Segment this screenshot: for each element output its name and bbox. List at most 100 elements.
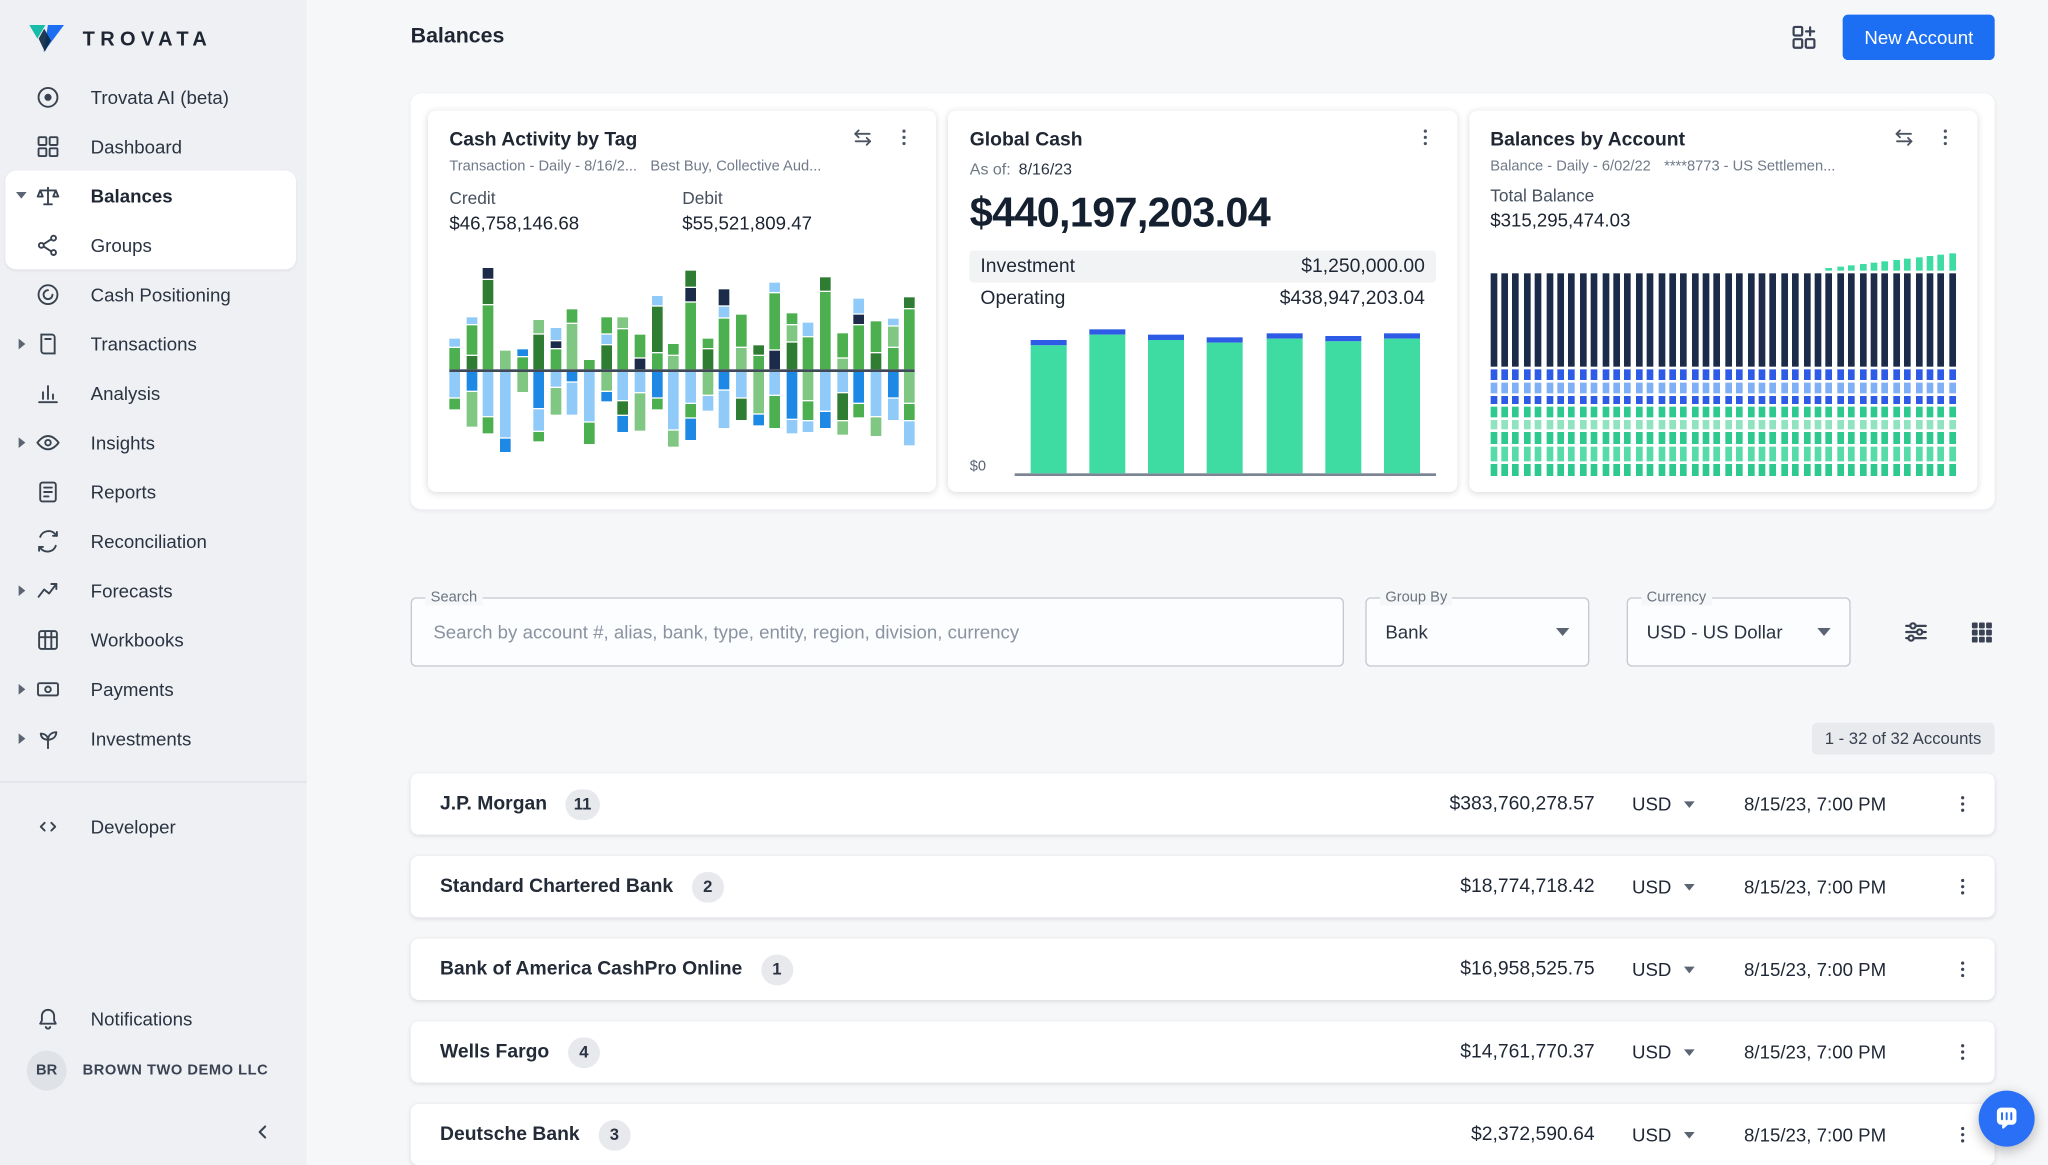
search-input[interactable] xyxy=(431,620,1324,644)
row-currency-select[interactable]: USD xyxy=(1632,1124,1709,1145)
row-menu-button[interactable] xyxy=(1952,876,1973,897)
balances-icon xyxy=(35,182,62,209)
chart-segment xyxy=(1725,396,1732,404)
chart-segment xyxy=(1837,447,1844,462)
chart-segment xyxy=(1792,273,1799,366)
chart-segment xyxy=(1803,432,1810,444)
row-menu-button[interactable] xyxy=(1952,1124,1973,1145)
transactions-icon xyxy=(35,330,62,357)
sidebar-item-groups[interactable]: Groups xyxy=(5,220,296,269)
currency-select[interactable]: Currency USD - US Dollar xyxy=(1627,597,1851,666)
sidebar-item-dashboard[interactable]: Dashboard xyxy=(0,121,307,170)
swap-arrows-icon[interactable] xyxy=(1892,125,1916,156)
sidebar-item-reports[interactable]: Reports xyxy=(0,467,307,516)
sidebar-item-reconciliation[interactable]: Reconciliation xyxy=(0,516,307,565)
chart-segment xyxy=(1501,420,1508,429)
account-row-jp-morgan[interactable]: J.P. Morgan 11 $383,760,278.57 USD 8/15/… xyxy=(411,773,1995,834)
chart-segment xyxy=(1803,407,1810,418)
row-menu-button[interactable] xyxy=(1952,959,1973,980)
chart-segment xyxy=(1859,396,1866,404)
sidebar-item-investments[interactable]: Investments xyxy=(0,713,307,762)
chat-launcher-button[interactable] xyxy=(1979,1091,2035,1147)
sidebar-item-notifications[interactable]: Notifications xyxy=(0,993,307,1042)
chart-segment xyxy=(1871,383,1878,394)
chart-segment xyxy=(1826,420,1833,429)
account-balance: $2,372,590.64 xyxy=(1471,1124,1595,1145)
as-of-label: As of: xyxy=(970,160,1011,179)
account-row-deutsche-bank[interactable]: Deutsche Bank 3 $2,372,590.64 USD 8/15/2… xyxy=(411,1104,1995,1165)
sidebar-item-insights[interactable]: Insights xyxy=(0,417,307,466)
chart-segment xyxy=(1714,396,1721,404)
swap-arrows-icon[interactable] xyxy=(851,125,875,156)
chart-segment xyxy=(1501,447,1508,462)
chart-segment xyxy=(1535,447,1542,462)
collapse-sidebar-button[interactable] xyxy=(251,1120,275,1144)
sidebar-item-workbooks[interactable]: Workbooks xyxy=(0,615,307,664)
card-menu-button[interactable] xyxy=(1414,126,1435,154)
dashboard-widgets-button[interactable] xyxy=(1790,23,1819,52)
card-menu-button[interactable] xyxy=(894,126,915,154)
chart-segment xyxy=(1949,369,1956,380)
sidebar-item-forecasts[interactable]: Forecasts xyxy=(0,565,307,614)
sidebar-item-payments[interactable]: Payments xyxy=(0,664,307,713)
chart-segment xyxy=(1703,369,1710,380)
account-row-standard-chartered[interactable]: Standard Chartered Bank 2 $18,774,718.42… xyxy=(411,856,1995,917)
sidebar-item-transactions[interactable]: Transactions xyxy=(0,319,307,368)
chart-segment xyxy=(1557,464,1564,476)
chart-bar xyxy=(1591,273,1598,476)
chart-segment xyxy=(449,348,460,369)
chart-segment xyxy=(1893,383,1900,394)
balances-by-account-card: Balances by Account Balance - Daily - 6/… xyxy=(1469,111,1977,492)
row-currency-select[interactable]: USD xyxy=(1632,793,1709,814)
chart-segment xyxy=(786,313,797,324)
chart-segment xyxy=(1915,420,1922,429)
chart-segment xyxy=(1546,420,1553,429)
chart-segment xyxy=(1736,383,1743,394)
chart-segment xyxy=(550,371,561,387)
chart-segment xyxy=(1383,339,1419,474)
summary-cards-panel: Cash Activity by Tag Transaction - Daily… xyxy=(411,93,1995,509)
groups-icon xyxy=(35,231,62,258)
sidebar-item-balances[interactable]: Balances xyxy=(5,171,296,220)
row-currency-select[interactable]: USD xyxy=(1632,1041,1709,1062)
grid-view-icon[interactable] xyxy=(1968,619,1995,646)
last-updated: 8/15/23, 7:00 PM xyxy=(1744,1124,1941,1145)
row-currency-select[interactable]: USD xyxy=(1632,959,1709,980)
new-account-button[interactable]: New Account xyxy=(1843,15,1995,60)
chart-segment xyxy=(1647,407,1654,418)
group-by-select[interactable]: Group By Bank xyxy=(1365,597,1589,666)
account-row-bank-of-america[interactable]: Bank of America CashPro Online 1 $16,958… xyxy=(411,939,1995,1000)
sidebar-item-developer[interactable]: Developer xyxy=(0,801,307,850)
card-menu-button[interactable] xyxy=(1935,126,1956,154)
sidebar-item-cash-positioning[interactable]: Cash Positioning xyxy=(0,269,307,318)
chart-segment xyxy=(1770,420,1777,429)
chart-segment xyxy=(871,417,882,436)
card-subtitle-tags: Best Buy, Collective Aud... xyxy=(650,159,821,175)
chart-segment xyxy=(1882,396,1889,404)
account-row-wells-fargo[interactable]: Wells Fargo 4 $14,761,770.37 USD 8/15/23… xyxy=(411,1021,1995,1082)
chart-segment xyxy=(736,315,747,347)
chart-segment xyxy=(1759,420,1766,429)
chart-segment xyxy=(1591,447,1598,462)
chart-segment xyxy=(1949,432,1956,444)
sliders-icon[interactable] xyxy=(1901,617,1930,646)
sidebar-item-analysis[interactable]: Analysis xyxy=(0,368,307,417)
chart-segment xyxy=(770,396,781,428)
search-field-label: Search xyxy=(425,589,482,605)
chart-segment xyxy=(1859,432,1866,444)
chart-segment xyxy=(1580,407,1587,418)
user-account[interactable]: BR BROWN TWO DEMO LLC xyxy=(0,1043,307,1099)
bank-name: J.P. Morgan xyxy=(440,793,547,814)
chart-segment xyxy=(1591,383,1598,394)
sidebar-item-trovata-ai[interactable]: Trovata AI (beta) xyxy=(0,72,307,121)
row-menu-button[interactable] xyxy=(1952,793,1973,814)
chart-segment xyxy=(1602,273,1609,366)
chart-segment xyxy=(618,371,629,400)
chart-segment xyxy=(1748,432,1755,444)
row-currency-select[interactable]: USD xyxy=(1632,876,1709,897)
chart-segment xyxy=(1591,273,1598,366)
chart-segment xyxy=(1692,407,1699,418)
chart-segment xyxy=(770,293,781,349)
row-menu-button[interactable] xyxy=(1952,1041,1973,1062)
chart-segment xyxy=(1770,369,1777,380)
